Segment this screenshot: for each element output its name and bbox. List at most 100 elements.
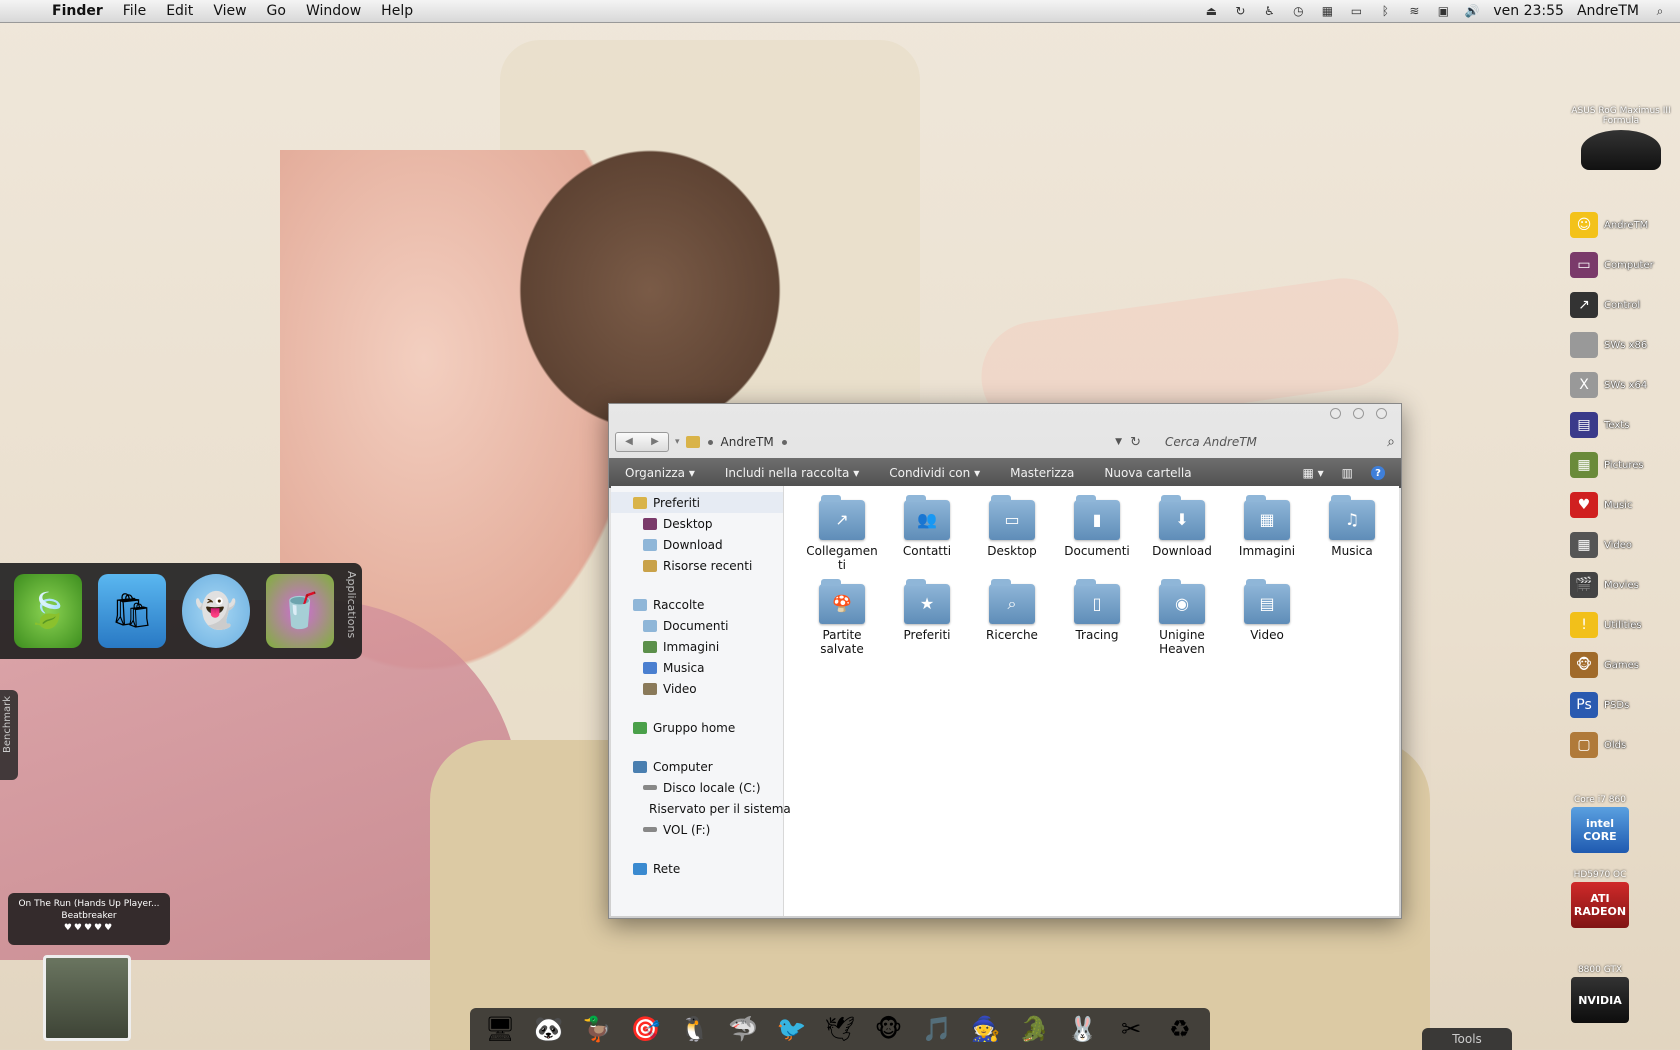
shortcut-item[interactable]: ▢ Olds <box>1570 730 1680 760</box>
shortcut-item[interactable]: ▭ Computer <box>1570 250 1680 280</box>
ghost-app-icon[interactable]: 👻 <box>182 574 250 648</box>
folder-tile[interactable]: ▮ Documenti <box>1057 495 1137 558</box>
shark-dock-icon[interactable]: 🦈 <box>723 1009 763 1049</box>
display-icon[interactable]: ▭ <box>1348 4 1364 18</box>
track-rating[interactable]: ♥♥♥♥♥ <box>8 923 170 933</box>
folder-tile[interactable]: ⬇ Download <box>1142 495 1222 558</box>
menu-app-name[interactable]: Finder <box>42 3 113 19</box>
menu-file[interactable]: File <box>113 3 156 19</box>
address-path[interactable]: AndreTM <box>721 435 774 449</box>
breadcrumb-separator-icon[interactable] <box>707 439 713 445</box>
shortcut-item[interactable]: ! Utilities <box>1570 610 1680 640</box>
menu-user[interactable]: AndreTM <box>1577 3 1639 19</box>
shortcut-item[interactable]: ▦ Pictures <box>1570 450 1680 480</box>
shortcut-item[interactable]: ♥ Music <box>1570 490 1680 520</box>
penguin-dock-icon[interactable]: 🐧 <box>674 1009 714 1049</box>
folder-tile[interactable]: ◉ Unigine Heaven <box>1142 579 1222 656</box>
target-dock-icon[interactable]: 🎯 <box>626 1009 666 1049</box>
shortcut-item[interactable]: Ps PSDs <box>1570 690 1680 720</box>
nav-item-video[interactable]: Video <box>611 678 783 699</box>
menu-go[interactable]: Go <box>257 3 296 19</box>
folder-tile[interactable]: ▦ Immagini <box>1227 495 1307 558</box>
slurpee-app-icon[interactable]: 🥤 <box>266 574 334 648</box>
folder-tile[interactable]: ↗ Collegamen ti <box>802 495 882 572</box>
accessibility-icon[interactable]: ♿ <box>1261 4 1277 18</box>
menu-view[interactable]: View <box>203 3 256 19</box>
bird-dock-icon[interactable]: 🐦 <box>771 1009 811 1049</box>
nav-homegroup[interactable]: Gruppo home <box>611 717 783 738</box>
forward-arrow-icon[interactable]: ▶ <box>642 433 668 451</box>
music-dock-icon[interactable]: 🎵 <box>917 1009 957 1049</box>
panda-dock-icon[interactable]: 🐼 <box>529 1009 569 1049</box>
battery-icon[interactable]: ▣ <box>1435 4 1451 18</box>
shortcut-item[interactable]: ▦ Video <box>1570 530 1680 560</box>
folder-tile[interactable]: ▭ Desktop <box>972 495 1052 558</box>
folder-tile[interactable]: ▤ Video <box>1227 579 1307 642</box>
address-bar[interactable]: AndreTM ▼ ↻ <box>685 431 1141 453</box>
nav-item-download[interactable]: Download <box>611 534 783 555</box>
bluetooth-icon[interactable]: ᛒ <box>1377 4 1393 18</box>
organize-button[interactable]: Organizza ▾ <box>625 466 695 480</box>
crocodile-dock-icon[interactable]: 🐊 <box>1014 1009 1054 1049</box>
rabbit-dock-icon[interactable]: 🐰 <box>1063 1009 1103 1049</box>
folder-tile[interactable]: ♫ Musica <box>1312 495 1392 558</box>
close-button[interactable] <box>1376 408 1387 419</box>
shortcut-item[interactable]: 🎬 Movies <box>1570 570 1680 600</box>
recent-dropdown-icon[interactable]: ▾ <box>675 437 680 447</box>
search-icon[interactable]: ⌕ <box>1387 434 1395 450</box>
minimize-button[interactable] <box>1330 408 1341 419</box>
wizard-dock-icon[interactable]: 🧙 <box>966 1009 1006 1049</box>
back-arrow-icon[interactable]: ◀ <box>616 433 642 451</box>
shortcut-item[interactable]: ☺ AndreTM <box>1570 210 1680 240</box>
search-box[interactable]: Cerca AndreTM ⌕ <box>1147 431 1395 453</box>
leaf-app-icon[interactable]: 🍃 <box>14 574 82 648</box>
refresh-icon[interactable]: ↻ <box>1130 435 1141 450</box>
menu-window[interactable]: Window <box>296 3 371 19</box>
shortcut-item[interactable]: SWs x86 <box>1570 330 1680 360</box>
nav-libraries[interactable]: Raccolte <box>611 594 783 615</box>
wifi-icon[interactable]: ≋ <box>1406 4 1422 18</box>
spotlight-search-icon[interactable]: ⌕ <box>1652 4 1668 18</box>
folder-tile[interactable]: 👥 Contatti <box>887 495 967 558</box>
burn-button[interactable]: Masterizza <box>1010 466 1074 480</box>
nav-item-drive-f[interactable]: VOL (F:) <box>611 819 783 840</box>
album-cover[interactable] <box>43 955 131 1041</box>
menu-edit[interactable]: Edit <box>156 3 203 19</box>
benchmark-drawer[interactable]: Benchmark <box>0 690 18 780</box>
time-machine-icon[interactable]: ◷ <box>1290 4 1306 18</box>
nav-item-drive-c[interactable]: Disco locale (C:) <box>611 777 783 798</box>
spaces-icon[interactable]: ▦ <box>1319 4 1335 18</box>
nav-item-pictures[interactable]: Immagini <box>611 636 783 657</box>
menu-help[interactable]: Help <box>371 3 423 19</box>
preview-pane-icon[interactable]: ▥ <box>1342 466 1353 480</box>
window-titlebar[interactable] <box>609 404 1401 426</box>
store-app-icon[interactable]: 🛍 <box>98 574 166 648</box>
duck-dock-icon[interactable]: 🦆 <box>577 1009 617 1049</box>
include-library-button[interactable]: Includi nella raccolta ▾ <box>725 466 859 480</box>
finder-dock-icon[interactable]: 🖥 <box>480 1009 520 1049</box>
now-playing-widget[interactable]: On The Run (Hands Up Player... Beatbreak… <box>8 893 170 945</box>
monkey-dock-icon[interactable]: 🐵 <box>869 1009 909 1049</box>
shortcut-item[interactable]: ▤ Texts <box>1570 410 1680 440</box>
nav-item-recent[interactable]: Risorse recenti <box>611 555 783 576</box>
nav-item-music[interactable]: Musica <box>611 657 783 678</box>
view-options-icon[interactable]: ▦ ▾ <box>1302 466 1323 480</box>
address-dropdown-icon[interactable]: ▼ <box>1115 437 1122 447</box>
tools-tab[interactable]: Tools <box>1422 1028 1512 1050</box>
folder-tile[interactable]: ★ Preferiti <box>887 579 967 642</box>
folder-tile[interactable]: ⌕ Ricerche <box>972 579 1052 642</box>
nav-item-documents[interactable]: Documenti <box>611 615 783 636</box>
share-button[interactable]: Condividi con ▾ <box>889 466 980 480</box>
folder-tile[interactable]: ▯ Tracing <box>1057 579 1137 642</box>
volume-icon[interactable]: 🔊 <box>1464 4 1480 18</box>
recycle-bin-dock-icon[interactable]: ♻ <box>1160 1009 1200 1049</box>
nav-computer[interactable]: Computer <box>611 756 783 777</box>
shortcut-item[interactable]: ↗ Control <box>1570 290 1680 320</box>
sync-icon[interactable]: ↻ <box>1232 4 1248 18</box>
menu-clock[interactable]: ven 23:55 <box>1493 3 1564 19</box>
folder-tile[interactable]: 🍄 Partite salvate <box>802 579 882 656</box>
new-folder-button[interactable]: Nuova cartella <box>1104 466 1191 480</box>
nav-network[interactable]: Rete <box>611 858 783 879</box>
nav-item-desktop[interactable]: Desktop <box>611 513 783 534</box>
twitter-dock-icon[interactable]: 🕊 <box>820 1009 860 1049</box>
